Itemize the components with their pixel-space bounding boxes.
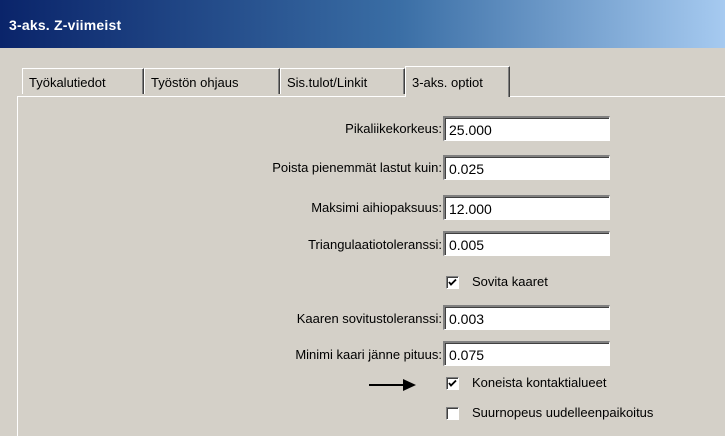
arc-fit-tolerance-input[interactable]: 0.003	[443, 305, 610, 330]
min-arc-chord-label: Minimi kaari jänne pituus:	[295, 347, 442, 362]
machine-contact-areas-checkbox[interactable]	[446, 377, 459, 390]
max-stock-thickness-input[interactable]: 12.000	[443, 195, 610, 220]
high-speed-reposition-checkbox[interactable]	[446, 407, 459, 420]
high-speed-reposition-label: Suurnopeus uudelleenpaikoitus	[472, 405, 654, 420]
arc-fit-tolerance-label: Kaaren sovitustoleranssi:	[296, 311, 442, 326]
checkmark-icon	[448, 278, 457, 286]
min-arc-chord-input[interactable]: 0.075	[443, 341, 610, 366]
tab-entries-links[interactable]: Sis.tulot/Linkit	[280, 68, 405, 94]
rapid-height-label: Pikaliikekorkeus:	[345, 121, 442, 136]
window-title: 3-aks. Z-viimeist	[9, 17, 122, 33]
rapid-height-input[interactable]: 25.000	[443, 116, 610, 141]
tab-tool-info[interactable]: Työkalutiedot	[22, 68, 144, 94]
right-arrow-icon	[369, 379, 416, 391]
machine-contact-areas-label: Koneista kontaktialueet	[472, 375, 607, 390]
max-stock-thickness-label: Maksimi aihiopaksuus:	[311, 200, 442, 215]
triangulation-tolerance-label: Triangulaatiotoleranssi:	[308, 237, 442, 252]
tab-3axis-options[interactable]: 3-aks. optiot	[405, 66, 510, 97]
title-bar: 3-aks. Z-viimeist	[0, 0, 725, 48]
tab-machining-control[interactable]: Työstön ohjaus	[144, 68, 280, 94]
checkmark-icon	[448, 379, 457, 387]
fit-arcs-checkbox[interactable]	[446, 276, 459, 289]
remove-smaller-chips-input[interactable]: 0.025	[443, 155, 610, 180]
triangulation-tolerance-input[interactable]: 0.005	[443, 231, 610, 256]
remove-smaller-chips-label: Poista pienemmät lastut kuin:	[272, 160, 442, 175]
fit-arcs-label: Sovita kaaret	[472, 274, 548, 289]
